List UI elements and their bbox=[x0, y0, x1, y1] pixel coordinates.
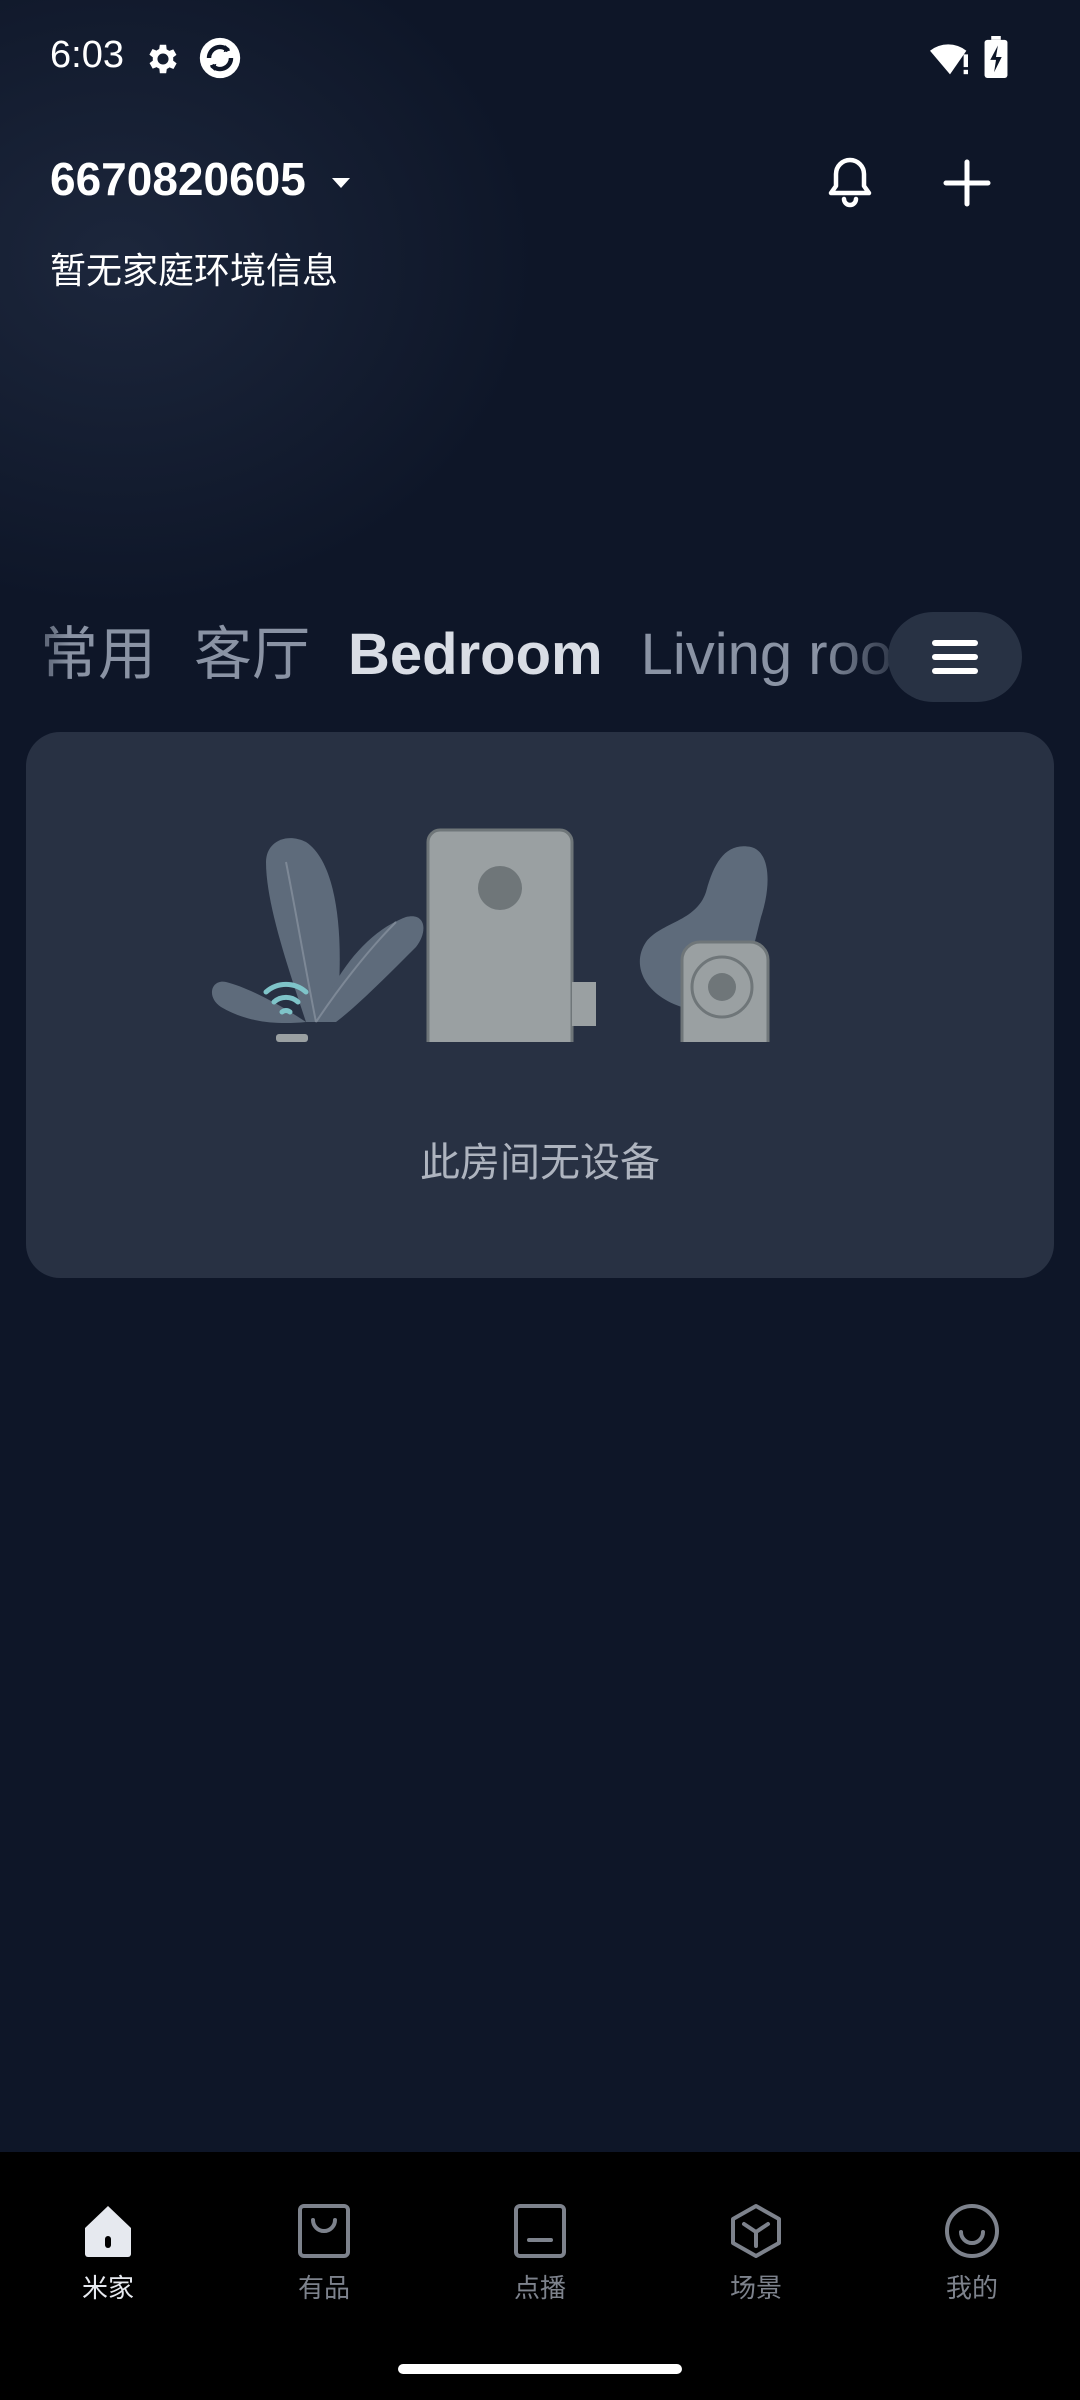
tab-bedroom[interactable]: Bedroom bbox=[348, 600, 603, 710]
tv-icon bbox=[514, 2204, 566, 2258]
plus-icon[interactable] bbox=[942, 158, 992, 208]
room-devices-card: 此房间无设备 bbox=[26, 732, 1054, 1278]
menu-icon-line bbox=[932, 668, 978, 674]
home-name[interactable]: 6670820605 bbox=[50, 152, 306, 206]
battery-charging-icon bbox=[984, 36, 1008, 78]
cube-icon bbox=[731, 2204, 781, 2258]
nav-item-shop[interactable]: 有品 bbox=[264, 2202, 384, 2312]
environment-info: 暂无家庭环境信息 bbox=[50, 251, 339, 292]
nav-label-profile: 我的 bbox=[945, 2274, 998, 2304]
smile-icon bbox=[945, 2204, 999, 2258]
bell-icon[interactable] bbox=[826, 154, 874, 210]
app-sync-icon bbox=[199, 37, 241, 79]
nav-label-home: 米家 bbox=[81, 2274, 134, 2304]
status-bar: 6:03 bbox=[0, 0, 1080, 120]
empty-devices-illustration bbox=[211, 828, 770, 1042]
menu-icon bbox=[932, 640, 978, 646]
nav-label-shop: 有品 bbox=[297, 2274, 350, 2304]
menu-icon-line bbox=[932, 654, 978, 660]
bottom-nav: 米家 有品 点播 场景 我的 bbox=[0, 2152, 1080, 2400]
gesture-home-indicator[interactable] bbox=[398, 2364, 682, 2374]
tabs-fade-left bbox=[0, 600, 70, 710]
gear-icon bbox=[149, 44, 177, 74]
empty-room-message: 此房间无设备 bbox=[420, 1140, 660, 1186]
nav-label-on-demand: 点播 bbox=[513, 2274, 566, 2304]
nav-item-home[interactable]: 米家 bbox=[48, 2202, 168, 2312]
nav-item-profile[interactable]: 我的 bbox=[912, 2202, 1032, 2312]
home-screen: 6:03 6670820605 暂无家庭环境信息 常用 客厅 Bedroom L… bbox=[0, 0, 1080, 2400]
tab-living-room-cn[interactable]: 客厅 bbox=[194, 600, 310, 710]
home-icon bbox=[85, 2206, 131, 2257]
nav-label-scenes: 场景 bbox=[729, 2274, 782, 2304]
wifi-alert-icon bbox=[930, 44, 968, 75]
nav-item-on-demand[interactable]: 点播 bbox=[480, 2202, 600, 2312]
caret-down-icon[interactable] bbox=[330, 176, 352, 190]
nav-item-scenes[interactable]: 场景 bbox=[696, 2202, 816, 2312]
status-time: 6:03 bbox=[50, 34, 124, 76]
room-menu-button[interactable] bbox=[888, 612, 1022, 702]
shopping-bag-icon bbox=[298, 2204, 350, 2258]
